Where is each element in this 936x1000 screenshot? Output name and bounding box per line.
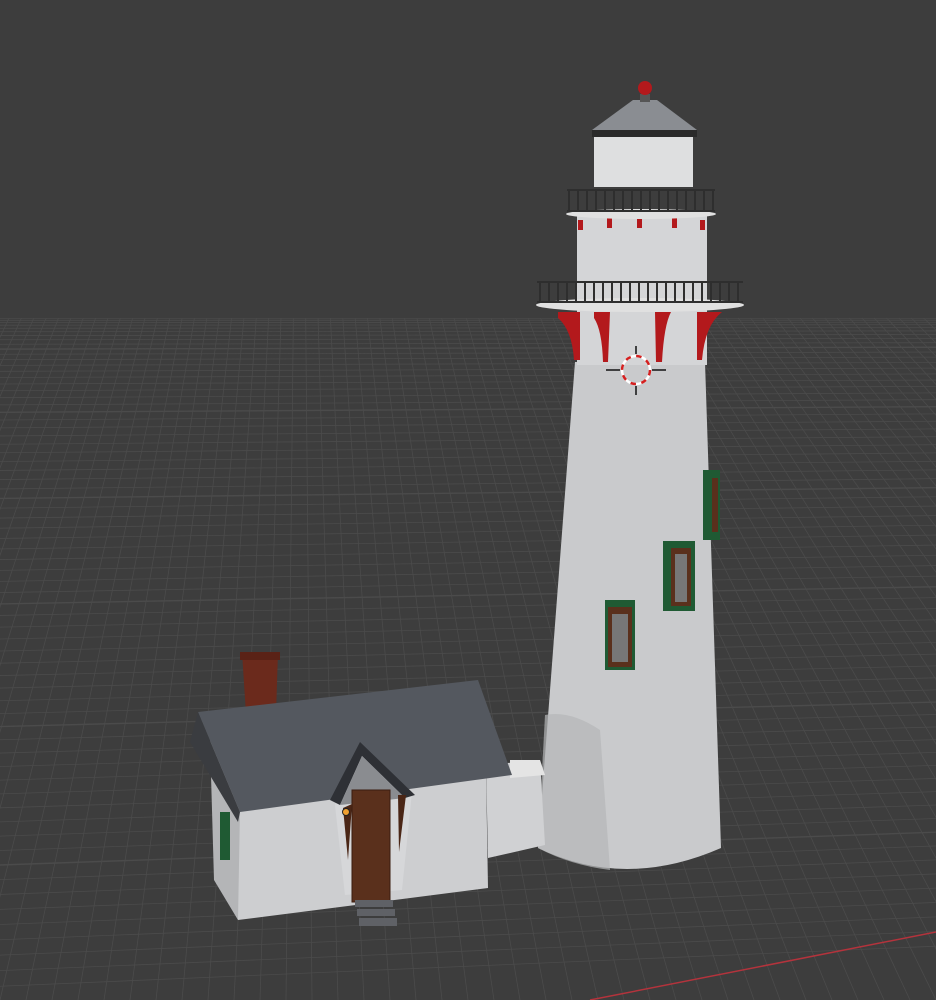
origin-dot-icon: [342, 808, 350, 816]
3d-viewport[interactable]: [0, 0, 936, 1000]
lantern-room: [594, 135, 693, 187]
annex-top: [510, 760, 545, 778]
roof-rim: [592, 130, 697, 137]
roof-ball: [638, 81, 652, 95]
side-window: [220, 812, 230, 860]
porch-steps: [355, 900, 397, 926]
tower-shadow: [538, 714, 610, 870]
chimney-cap: [240, 652, 280, 660]
front-door[interactable]: [351, 789, 391, 903]
tower-upper-section: [577, 215, 707, 365]
viewport-canvas[interactable]: [0, 0, 936, 1000]
roof-finial: [640, 94, 650, 102]
